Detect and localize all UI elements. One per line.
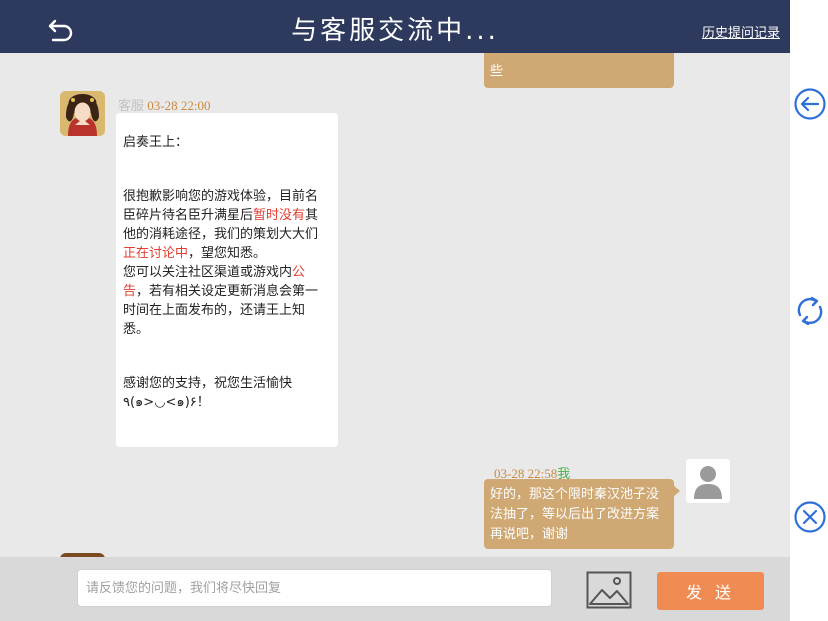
- highlight-text: 暂时没有: [253, 208, 306, 223]
- circle-arrow-left-icon: [794, 88, 826, 120]
- history-link[interactable]: 历史提问记录: [702, 22, 780, 41]
- chat-app: 与客服交流中... 历史提问记录 些 客服 03-28 22:00 启奏王上：: [0, 0, 790, 621]
- input-footer: 发 送: [0, 557, 790, 621]
- message-input[interactable]: [77, 569, 552, 607]
- previous-message-text: 些: [490, 64, 504, 79]
- user-message-text: 好的，那这个限时秦汉池子没法抽了，等以后出了改进方案再说吧，谢谢: [490, 487, 660, 542]
- page-title: 与客服交流中...: [291, 16, 499, 46]
- agent-avatar: [60, 91, 105, 136]
- send-button[interactable]: 发 送: [657, 572, 764, 610]
- agent-message-meta: 客服 03-28 22:00: [118, 95, 210, 114]
- bubble-tail: [673, 485, 680, 497]
- agent-greeting: 启奏王上：: [123, 135, 189, 150]
- side-close-button[interactable]: [792, 499, 828, 535]
- chat-area[interactable]: 些 客服 03-28 22:00 启奏王上： 很抱歉影响您的游戏体验，目前名臣碎…: [0, 53, 790, 557]
- image-upload-button[interactable]: [586, 571, 632, 609]
- refresh-button[interactable]: [792, 293, 828, 329]
- header-bar: 与客服交流中... 历史提问记录: [0, 0, 790, 53]
- agent-paragraph-1: 很抱歉影响您的游戏体验，目前名臣碎片待名臣升满星后暂时没有其他的消耗途径，我们的…: [123, 189, 319, 261]
- previous-message-bubble: 些: [484, 53, 674, 88]
- circle-close-icon: [794, 501, 826, 533]
- refresh-icon: [797, 296, 823, 326]
- highlight-text: 正在讨论中: [123, 246, 189, 261]
- agent-emoticon: ٩(๑>◡<๑)۶！: [123, 395, 210, 410]
- agent-paragraph-2: 您可以关注社区渠道或游戏内公告，若有相关设定更新消息会第一时间在上面发布的，还请…: [123, 265, 319, 337]
- side-toolbar: [790, 0, 828, 621]
- agent-name: 客服: [118, 98, 145, 113]
- user-message-bubble: 好的，那这个限时秦汉池子没法抽了，等以后出了改进方案再说吧，谢谢: [484, 479, 680, 549]
- image-icon: [586, 571, 632, 609]
- user-avatar: [686, 459, 730, 503]
- agent-closing: 感谢您的支持，祝您生活愉快: [123, 376, 293, 391]
- agent-message-card: 启奏王上： 很抱歉影响您的游戏体验，目前名臣碎片待名臣升满星后暂时没有其他的消耗…: [116, 113, 338, 447]
- side-back-button[interactable]: [792, 86, 828, 122]
- agent-message-time: 03-28 22:00: [147, 98, 211, 113]
- user-silhouette-icon: [694, 466, 722, 499]
